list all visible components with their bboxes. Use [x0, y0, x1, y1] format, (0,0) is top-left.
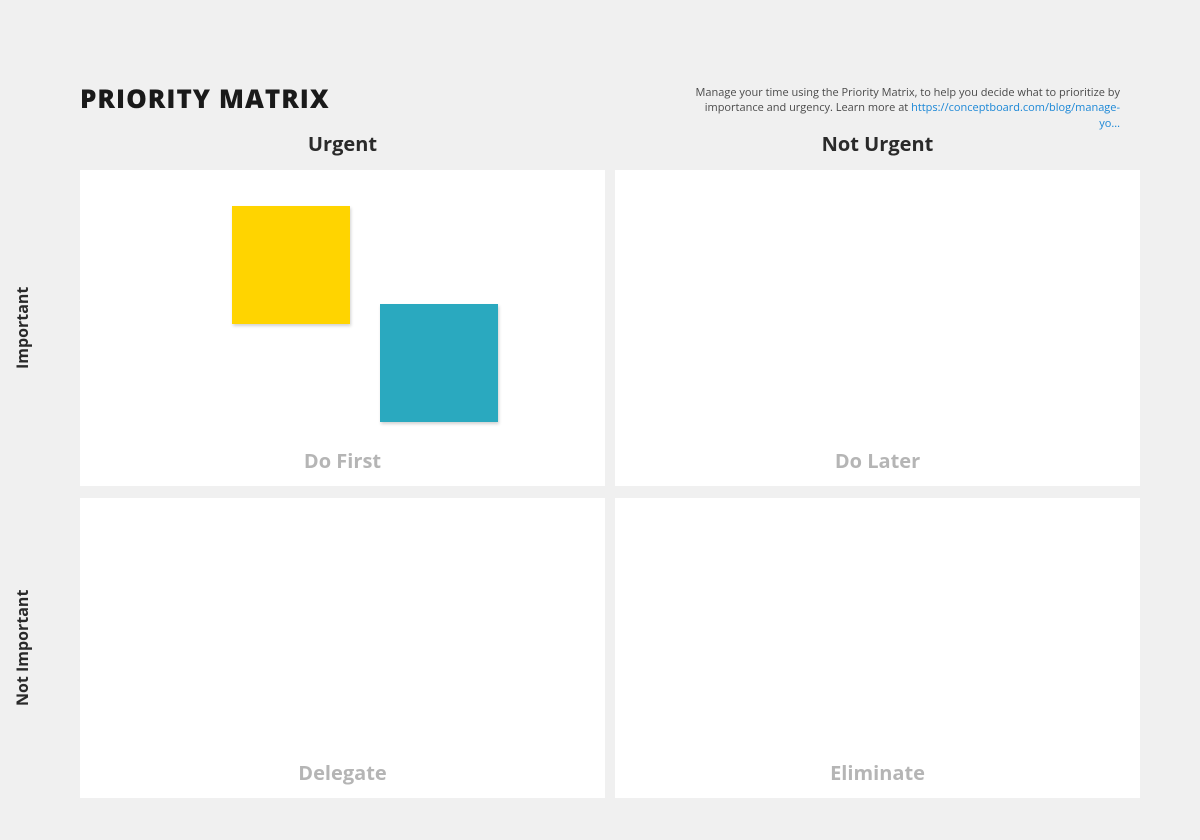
description-text: Manage your time using the Priority Matr… — [690, 85, 1120, 131]
learn-more-link[interactable]: https://conceptboard.com/blog/manage-yo.… — [911, 100, 1120, 130]
quadrant-delegate[interactable]: Delegate — [80, 498, 605, 798]
quadrant-do-first[interactable]: Do First — [80, 170, 605, 486]
sticky-note-teal[interactable] — [380, 304, 498, 422]
quadrant-eliminate[interactable]: Eliminate — [615, 498, 1140, 798]
page-title: PRIORITY MATRIX — [80, 80, 330, 116]
row-label-important: Important — [14, 170, 30, 486]
quadrant-do-later[interactable]: Do Later — [615, 170, 1140, 486]
quadrant-label-eliminate: Eliminate — [615, 759, 1140, 786]
row-label-not-important: Not Important — [14, 498, 30, 798]
column-header-urgent: Urgent — [80, 130, 605, 157]
column-header-not-urgent: Not Urgent — [615, 130, 1140, 157]
sticky-note-yellow[interactable] — [232, 206, 350, 324]
quadrant-label-do-later: Do Later — [615, 447, 1140, 474]
quadrant-label-do-first: Do First — [80, 447, 605, 474]
quadrant-label-delegate: Delegate — [80, 759, 605, 786]
